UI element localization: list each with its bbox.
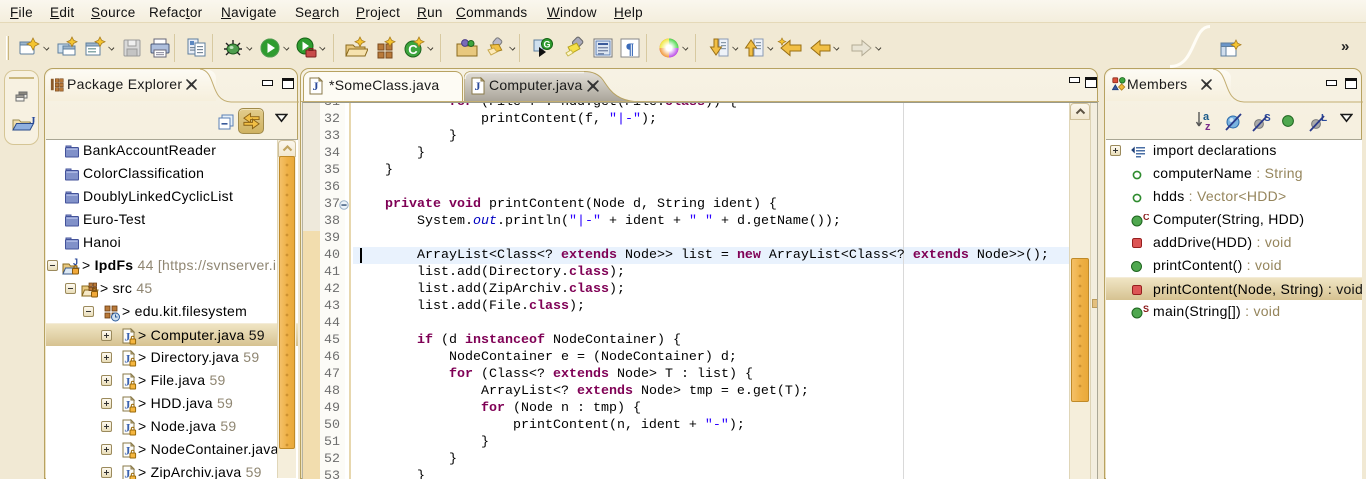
svg-text:J: J [313, 79, 319, 93]
svg-text:¶: ¶ [626, 41, 635, 58]
svg-text:C: C [1143, 214, 1149, 222]
svg-text:J: J [30, 116, 36, 127]
svg-text:z: z [1205, 121, 1211, 132]
svg-text:G: G [543, 40, 550, 50]
svg-text:C: C [408, 42, 418, 57]
svg-text:S: S [1143, 305, 1149, 314]
svg-text:J: J [475, 79, 481, 93]
